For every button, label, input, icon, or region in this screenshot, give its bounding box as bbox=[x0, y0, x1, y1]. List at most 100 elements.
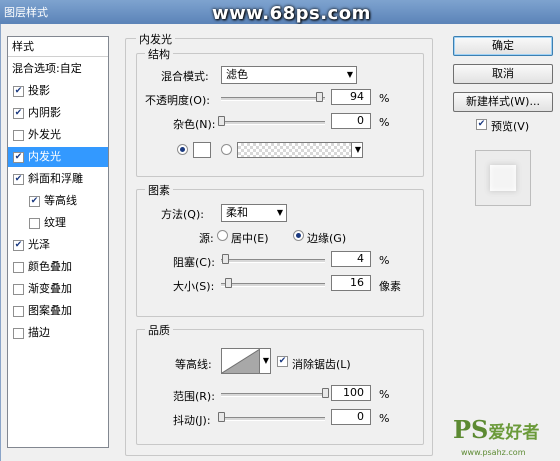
style-checkbox[interactable]: ✔ bbox=[13, 86, 24, 97]
gradient-mode-radio[interactable] bbox=[221, 144, 232, 155]
source-edge-radio[interactable] bbox=[293, 230, 304, 241]
choke-input[interactable]: 4 bbox=[331, 251, 371, 267]
title-bar: 图层样式 www.68ps.com bbox=[0, 0, 560, 24]
source-center-label[interactable]: 居中(E) bbox=[231, 230, 269, 246]
choke-label: 阻塞(C): bbox=[173, 256, 215, 269]
glow-gradient-picker[interactable] bbox=[237, 142, 353, 158]
jitter-label: 抖动(J): bbox=[173, 414, 211, 427]
inner-glow-group: 内发光 结构 混合模式: 滤色 ▼ 不透明度(O): 94 % 杂色(N): 0… bbox=[125, 31, 433, 456]
source-label: 源: bbox=[199, 232, 214, 245]
opacity-input[interactable]: 94 bbox=[331, 89, 371, 105]
opacity-slider-thumb[interactable] bbox=[315, 92, 323, 102]
style-checkbox[interactable]: ✔ bbox=[13, 174, 24, 185]
style-list-item[interactable]: ✔ 等高线 bbox=[8, 191, 108, 211]
noise-unit: % bbox=[379, 116, 390, 129]
style-list-item-label: 投影 bbox=[28, 84, 50, 97]
style-list-header[interactable]: 样式 bbox=[8, 37, 108, 57]
contour-picker[interactable] bbox=[221, 348, 261, 374]
structure-group: 结构 混合模式: 滤色 ▼ 不透明度(O): 94 % 杂色(N): 0 % ▼ bbox=[136, 46, 424, 177]
style-list-item[interactable]: 图案叠加 bbox=[8, 301, 108, 321]
choke-unit: % bbox=[379, 254, 390, 267]
style-list-item[interactable]: 颜色叠加 bbox=[8, 257, 108, 277]
method-label: 方法(Q): bbox=[161, 208, 204, 221]
style-list-item[interactable]: 描边 bbox=[8, 323, 108, 343]
noise-slider[interactable] bbox=[221, 121, 325, 125]
choke-slider[interactable] bbox=[221, 259, 325, 263]
style-list-item-label: 混合选项:自定 bbox=[12, 62, 82, 75]
preview-shape bbox=[490, 165, 516, 191]
site-url: www.psahz.com bbox=[461, 448, 526, 457]
chevron-down-icon: ▼ bbox=[276, 208, 283, 217]
style-list-item[interactable]: 外发光 bbox=[8, 125, 108, 145]
size-input[interactable]: 16 bbox=[331, 275, 371, 291]
size-slider-thumb[interactable] bbox=[224, 278, 232, 288]
style-list-item[interactable]: 混合选项:自定 bbox=[8, 59, 108, 79]
style-checkbox[interactable]: ✔ bbox=[13, 152, 24, 163]
style-checkbox[interactable] bbox=[29, 218, 40, 229]
style-list-item-label: 光泽 bbox=[28, 238, 50, 251]
choke-slider-thumb[interactable] bbox=[222, 254, 230, 264]
style-list-item-label: 颜色叠加 bbox=[28, 260, 72, 273]
style-list-item[interactable]: 渐变叠加 bbox=[8, 279, 108, 299]
noise-label: 杂色(N): bbox=[173, 118, 216, 131]
style-list-item-label: 内发光 bbox=[28, 150, 61, 163]
style-checkbox[interactable] bbox=[13, 328, 24, 339]
antialias-label[interactable]: 消除锯齿(L) bbox=[292, 356, 351, 372]
jitter-input[interactable]: 0 bbox=[331, 409, 371, 425]
style-list-item-label: 斜面和浮雕 bbox=[28, 172, 83, 185]
size-slider[interactable] bbox=[221, 283, 325, 287]
contour-dropdown[interactable]: ▼ bbox=[259, 348, 271, 374]
elements-title: 图素 bbox=[145, 182, 173, 198]
blend-mode-select[interactable]: 滤色 ▼ bbox=[221, 66, 357, 84]
style-list-item[interactable]: ✔ 斜面和浮雕 bbox=[8, 169, 108, 189]
structure-title: 结构 bbox=[145, 46, 173, 62]
color-mode-radio[interactable] bbox=[177, 144, 188, 155]
elements-group: 图素 方法(Q): 柔和 ▼ 源: 居中(E) 边缘(G) 阻塞(C): 4 %… bbox=[136, 182, 424, 317]
gradient-dropdown[interactable]: ▼ bbox=[351, 142, 363, 158]
style-list-item[interactable]: ✔ 光泽 bbox=[8, 235, 108, 255]
style-list-item-label: 等高线 bbox=[44, 194, 77, 207]
source-edge-label[interactable]: 边缘(G) bbox=[307, 230, 346, 246]
style-checkbox[interactable] bbox=[13, 130, 24, 141]
range-slider[interactable] bbox=[221, 393, 325, 397]
watermark-text: www.68ps.com bbox=[212, 3, 371, 24]
site-logo: PS爱好者 bbox=[453, 415, 540, 444]
preview-label[interactable]: 预览(V) bbox=[491, 118, 529, 134]
noise-slider-thumb[interactable] bbox=[218, 116, 225, 126]
range-input[interactable]: 100 bbox=[331, 385, 371, 401]
range-label: 范围(R): bbox=[173, 390, 215, 403]
jitter-slider-thumb[interactable] bbox=[218, 412, 225, 422]
style-checkbox[interactable] bbox=[13, 284, 24, 295]
style-checkbox[interactable] bbox=[13, 262, 24, 273]
source-center-radio[interactable] bbox=[217, 230, 228, 241]
preview-checkbox[interactable]: ✔ bbox=[476, 119, 487, 130]
style-list-item-label: 描边 bbox=[28, 326, 50, 339]
style-list-item-label: 渐变叠加 bbox=[28, 282, 72, 295]
blend-mode-label: 混合模式: bbox=[161, 70, 209, 83]
jitter-slider[interactable] bbox=[221, 417, 325, 421]
style-checkbox[interactable]: ✔ bbox=[29, 196, 40, 207]
antialias-checkbox[interactable]: ✔ bbox=[277, 356, 288, 367]
style-list-item[interactable]: 纹理 bbox=[8, 213, 108, 233]
window-title: 图层样式 bbox=[4, 6, 48, 19]
style-list-item[interactable]: ✔ 内阴影 bbox=[8, 103, 108, 123]
cancel-button[interactable]: 取消 bbox=[453, 64, 553, 84]
opacity-slider[interactable] bbox=[221, 97, 325, 101]
range-slider-thumb[interactable] bbox=[322, 388, 329, 398]
method-select[interactable]: 柔和 ▼ bbox=[221, 204, 287, 222]
style-list-item[interactable]: ✔ 投影 bbox=[8, 81, 108, 101]
style-checkbox[interactable]: ✔ bbox=[13, 108, 24, 119]
glow-color-swatch[interactable] bbox=[193, 142, 211, 158]
style-list-item[interactable]: ✔ 内发光 bbox=[8, 147, 108, 167]
size-label: 大小(S): bbox=[173, 280, 215, 293]
style-checkbox[interactable] bbox=[13, 306, 24, 317]
style-list-item-label: 图案叠加 bbox=[28, 304, 72, 317]
noise-input[interactable]: 0 bbox=[331, 113, 371, 129]
new-style-button[interactable]: 新建样式(W)... bbox=[453, 92, 553, 112]
ok-button[interactable]: 确定 bbox=[453, 36, 553, 56]
opacity-label: 不透明度(O): bbox=[145, 94, 210, 107]
style-list-item-label: 外发光 bbox=[28, 128, 61, 141]
contour-curve-icon bbox=[221, 348, 261, 374]
inner-glow-title: 内发光 bbox=[136, 31, 175, 47]
style-checkbox[interactable]: ✔ bbox=[13, 240, 24, 251]
